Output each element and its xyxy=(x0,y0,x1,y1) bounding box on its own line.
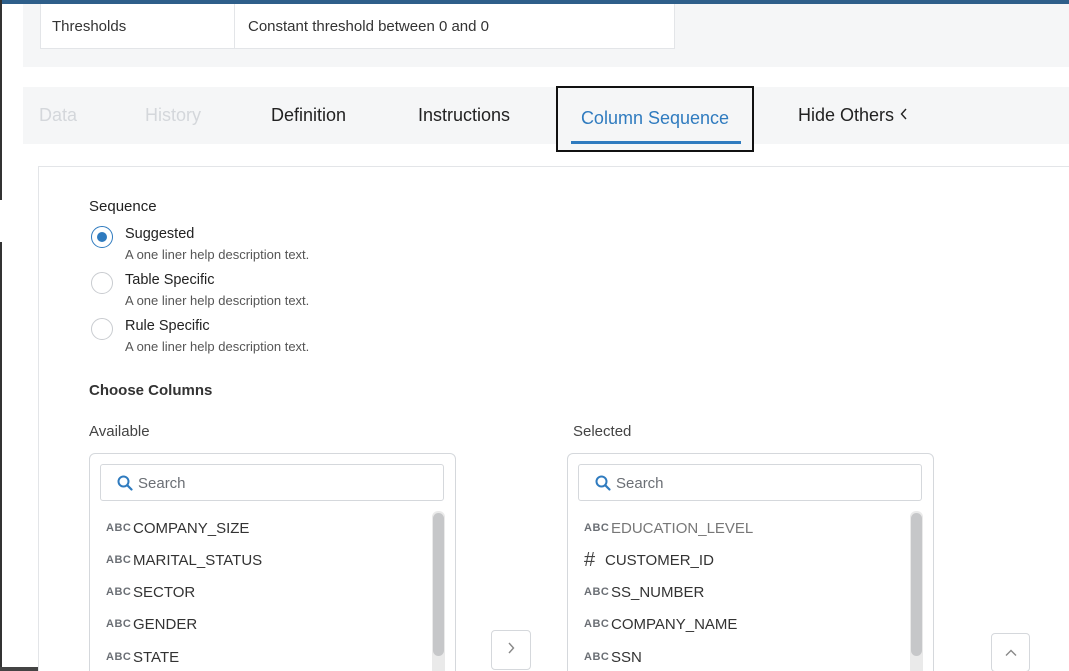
tabs-bar: Data History Definition Instructions Hid… xyxy=(23,87,1069,144)
tab-column-sequence-label: Column Sequence xyxy=(580,108,730,128)
tab-instructions[interactable]: Instructions xyxy=(418,87,510,144)
available-columns-title: Available xyxy=(89,423,150,440)
column-name: SSN xyxy=(611,648,642,666)
abc-type-icon: ABC xyxy=(584,618,610,630)
abc-type-icon: ABC xyxy=(106,586,132,598)
selected-scrollbar[interactable] xyxy=(910,511,923,671)
hash-type-icon: # xyxy=(584,548,596,571)
column-name: SECTOR xyxy=(133,583,196,601)
available-columns-list: ABC COMPANY_SIZE ABC MARITAL_STATUS ABC … xyxy=(89,453,456,671)
abc-type-icon: ABC xyxy=(106,554,132,566)
column-name: EDUCATION_LEVEL xyxy=(611,519,754,537)
radio-option-title: Table Specific xyxy=(125,272,215,288)
tab-column-sequence[interactable]: Column Sequence xyxy=(556,86,754,152)
abc-type-icon: ABC xyxy=(584,522,610,534)
column-name: CUSTOMER_ID xyxy=(605,551,714,569)
column-name: COMPANY_SIZE xyxy=(133,519,250,537)
active-tab-indicator xyxy=(571,141,741,144)
list-item[interactable]: ABC GENDER xyxy=(106,611,197,637)
thresholds-label: Thresholds xyxy=(41,4,235,48)
list-item[interactable]: ABC SSN xyxy=(584,644,642,670)
scroll-to-top-button[interactable] xyxy=(991,633,1030,671)
left-border-gap xyxy=(0,200,2,242)
tab-hide-others[interactable]: Hide Others xyxy=(798,87,908,144)
chevron-left-icon xyxy=(900,107,908,125)
choose-columns-label: Choose Columns xyxy=(89,382,213,399)
selected-search-input[interactable] xyxy=(616,471,906,495)
list-item[interactable]: ABC EDUCATION_LEVEL xyxy=(584,515,753,541)
column-name: GENDER xyxy=(133,615,198,633)
tab-history[interactable]: History xyxy=(145,87,201,144)
list-item[interactable]: ABC SS_NUMBER xyxy=(584,579,704,605)
tab-hide-others-label: Hide Others xyxy=(798,105,895,125)
selected-search-box[interactable] xyxy=(578,464,922,501)
radio-button[interactable] xyxy=(91,318,113,340)
scrollbar-thumb[interactable] xyxy=(433,513,444,656)
column-name: STATE xyxy=(133,648,180,666)
scrollbar-thumb[interactable] xyxy=(911,513,922,656)
left-window-border xyxy=(0,0,2,671)
list-item[interactable]: ABC STATE xyxy=(106,644,179,670)
selected-columns-list: ABC EDUCATION_LEVEL # CUSTOMER_ID ABC SS… xyxy=(567,453,934,671)
available-scrollbar[interactable] xyxy=(432,511,445,671)
list-item[interactable]: ABC COMPANY_NAME xyxy=(584,611,737,637)
abc-type-icon: ABC xyxy=(584,586,610,598)
radio-button[interactable] xyxy=(91,272,113,294)
abc-type-icon: ABC xyxy=(106,651,132,663)
search-icon xyxy=(116,474,134,492)
list-item[interactable]: ABC SECTOR xyxy=(106,579,195,605)
available-search-box[interactable] xyxy=(100,464,444,501)
tab-definition[interactable]: Definition xyxy=(271,87,346,144)
thresholds-table: Thresholds Constant threshold between 0 … xyxy=(40,4,675,49)
abc-type-icon: ABC xyxy=(106,618,132,630)
column-name: SS_NUMBER xyxy=(611,583,705,601)
available-search-input[interactable] xyxy=(138,471,428,495)
thresholds-value: Constant threshold between 0 and 0 xyxy=(248,17,490,35)
tab-data[interactable]: Data xyxy=(39,87,77,144)
move-to-selected-button[interactable] xyxy=(491,630,531,670)
abc-type-icon: ABC xyxy=(584,651,610,663)
radio-option-title: Suggested xyxy=(125,226,195,242)
radio-option-description: A one liner help description text. xyxy=(125,339,310,354)
list-item[interactable]: ABC COMPANY_SIZE xyxy=(106,515,249,541)
radio-option-description: A one liner help description text. xyxy=(125,247,310,262)
chevron-up-icon xyxy=(1005,644,1017,662)
selected-columns-title: Selected xyxy=(573,423,632,440)
list-item[interactable]: ABC MARITAL_STATUS xyxy=(106,547,262,573)
abc-type-icon: ABC xyxy=(106,522,132,534)
sequence-label: Sequence xyxy=(89,198,157,215)
radio-option-title: Rule Specific xyxy=(125,318,210,334)
radio-option-description: A one liner help description text. xyxy=(125,293,310,308)
search-icon xyxy=(594,474,612,492)
column-name: COMPANY_NAME xyxy=(611,615,738,633)
radio-button-checked[interactable] xyxy=(91,226,113,248)
column-name: MARITAL_STATUS xyxy=(133,551,263,569)
list-item[interactable]: # CUSTOMER_ID xyxy=(584,547,714,573)
chevron-right-icon xyxy=(507,641,515,659)
